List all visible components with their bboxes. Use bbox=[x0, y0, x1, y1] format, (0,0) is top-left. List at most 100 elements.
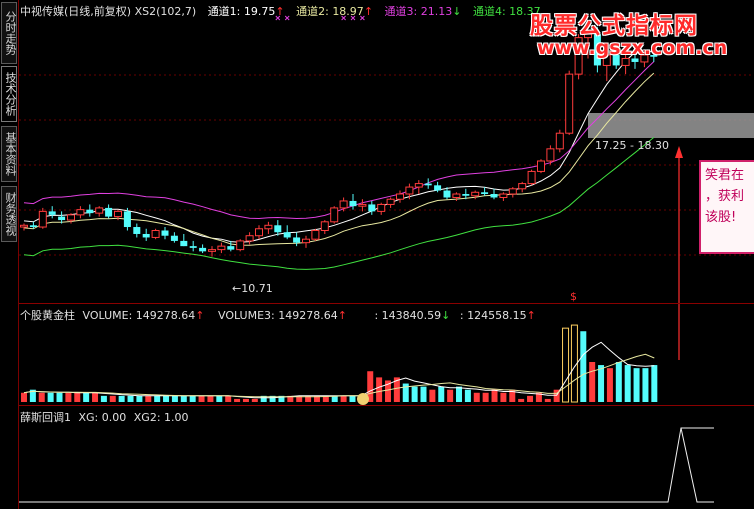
panel-separator-2 bbox=[19, 405, 754, 406]
candle-body bbox=[631, 58, 639, 62]
volume-bar bbox=[127, 395, 134, 402]
candle-body bbox=[133, 227, 141, 234]
candle-body bbox=[170, 235, 178, 241]
candle-body bbox=[48, 211, 56, 215]
volume-bar bbox=[500, 392, 507, 402]
candle-body bbox=[20, 224, 28, 228]
candle-body bbox=[76, 209, 85, 216]
volume-bar bbox=[47, 392, 54, 402]
popup-line-3: 该股! bbox=[705, 210, 737, 225]
volume-bar bbox=[429, 389, 436, 402]
volume3-arrow: ↑ bbox=[337, 309, 347, 322]
volume-bar bbox=[38, 392, 45, 402]
ch2-arrow: ↑ bbox=[363, 5, 374, 18]
main-panel-header: 中视传媒(日线,前复权) XS2(102,7) 通道1: 19.75↑ 通道2:… bbox=[20, 3, 541, 19]
volume-bar bbox=[598, 365, 605, 402]
candle-body bbox=[546, 148, 555, 162]
candle-body bbox=[414, 183, 423, 188]
volume-bar bbox=[482, 392, 489, 402]
volume-bar bbox=[456, 386, 463, 402]
candle-body bbox=[499, 193, 508, 198]
candle-body bbox=[311, 230, 320, 240]
candle-body bbox=[105, 207, 113, 217]
volume-indicator-name: 个股黄金柱 bbox=[20, 309, 75, 322]
ch3-value: 21.13 bbox=[420, 5, 453, 18]
volume-bar bbox=[251, 398, 258, 402]
ch1-label: 通道1: bbox=[207, 5, 244, 18]
candle-body bbox=[86, 209, 94, 214]
candle-body bbox=[227, 246, 235, 250]
candle-body bbox=[443, 190, 451, 198]
candle-body bbox=[349, 200, 357, 207]
annotation-popup: 笑君在 ，获利 该股! bbox=[699, 160, 754, 254]
chart-canvas[interactable] bbox=[0, 0, 754, 509]
volume-bar bbox=[225, 395, 232, 402]
volume-bar bbox=[21, 392, 27, 402]
candle-body bbox=[142, 233, 150, 238]
volume-bar bbox=[420, 386, 427, 402]
volume-ma1-arrow: ↓ bbox=[441, 309, 451, 322]
candle-body bbox=[236, 240, 245, 251]
volume-bar bbox=[171, 395, 178, 402]
volume-bar bbox=[180, 395, 187, 402]
volume-bar bbox=[234, 398, 241, 402]
candle-body bbox=[434, 185, 442, 191]
candle-body bbox=[274, 225, 282, 233]
volume-bar bbox=[118, 395, 125, 402]
channel-4-line bbox=[23, 137, 655, 270]
candle-body bbox=[527, 170, 536, 185]
candle-body bbox=[508, 188, 517, 195]
volume-bar bbox=[464, 389, 471, 402]
price-range-label: 17.25 - 18.30 bbox=[595, 139, 669, 152]
volume-bar bbox=[145, 395, 152, 402]
panel-separator-1 bbox=[19, 303, 754, 304]
candle-body bbox=[151, 230, 160, 238]
volume-arrow: ↑ bbox=[195, 309, 205, 322]
popup-line-1: 笑君在 bbox=[705, 168, 745, 183]
candle-body bbox=[38, 210, 47, 228]
candle-body bbox=[358, 203, 367, 207]
volume-bar bbox=[376, 377, 383, 402]
volume-ma2-value: : 124558.15 bbox=[459, 309, 527, 322]
volume-bar bbox=[207, 395, 214, 402]
candle-body bbox=[114, 210, 122, 218]
candle-body bbox=[255, 228, 263, 237]
candle-body bbox=[67, 214, 75, 221]
volume-bar bbox=[651, 365, 658, 402]
candle-body bbox=[481, 192, 489, 195]
ch4-label: 通道4: bbox=[472, 5, 510, 18]
volume-bar bbox=[163, 395, 170, 402]
candle-body bbox=[293, 237, 301, 243]
volume-bar bbox=[633, 368, 640, 402]
volume-bar bbox=[340, 395, 347, 402]
low-price-label: ←10.71 bbox=[232, 282, 273, 295]
candle-body bbox=[189, 246, 197, 248]
candle-body bbox=[452, 193, 461, 198]
ch1-value: 19.75 bbox=[243, 5, 276, 18]
volume-bar bbox=[56, 392, 63, 402]
volume-bar bbox=[100, 395, 107, 402]
candle-body bbox=[537, 160, 545, 172]
candle-body bbox=[462, 194, 470, 196]
candle-body bbox=[245, 235, 254, 242]
volume-bar bbox=[349, 395, 356, 402]
xg2-label: XG2: bbox=[133, 411, 165, 424]
volume-bar bbox=[491, 389, 498, 402]
volume-bar bbox=[92, 392, 99, 402]
volume-bar bbox=[642, 368, 649, 402]
stock-name: 中视传媒(日线,前复权) bbox=[20, 5, 132, 18]
volume-bar bbox=[624, 365, 631, 402]
bottom-indicator-name: 薛斯回调1 bbox=[20, 411, 71, 424]
volume-bar bbox=[83, 392, 90, 402]
stock-chart-window: 分时走势 技术分析 基本资料 财务透视 中视传媒(日线,前复权) XS2(102… bbox=[0, 0, 754, 509]
candle-body bbox=[368, 204, 376, 212]
candle-body bbox=[386, 198, 395, 205]
ch1-arrow: ↑ bbox=[275, 5, 285, 18]
bottom-panel-header: 薛斯回调1 XG: 0.00 XG2: 1.00 bbox=[20, 409, 189, 425]
candle-body bbox=[29, 225, 37, 228]
ch2-value: 18.97 bbox=[332, 5, 364, 18]
volume-bar bbox=[242, 398, 249, 402]
volume-bar bbox=[109, 395, 116, 402]
ch2-label: 通道2: bbox=[296, 5, 333, 18]
volume-ma2-arrow: ↑ bbox=[526, 309, 536, 322]
